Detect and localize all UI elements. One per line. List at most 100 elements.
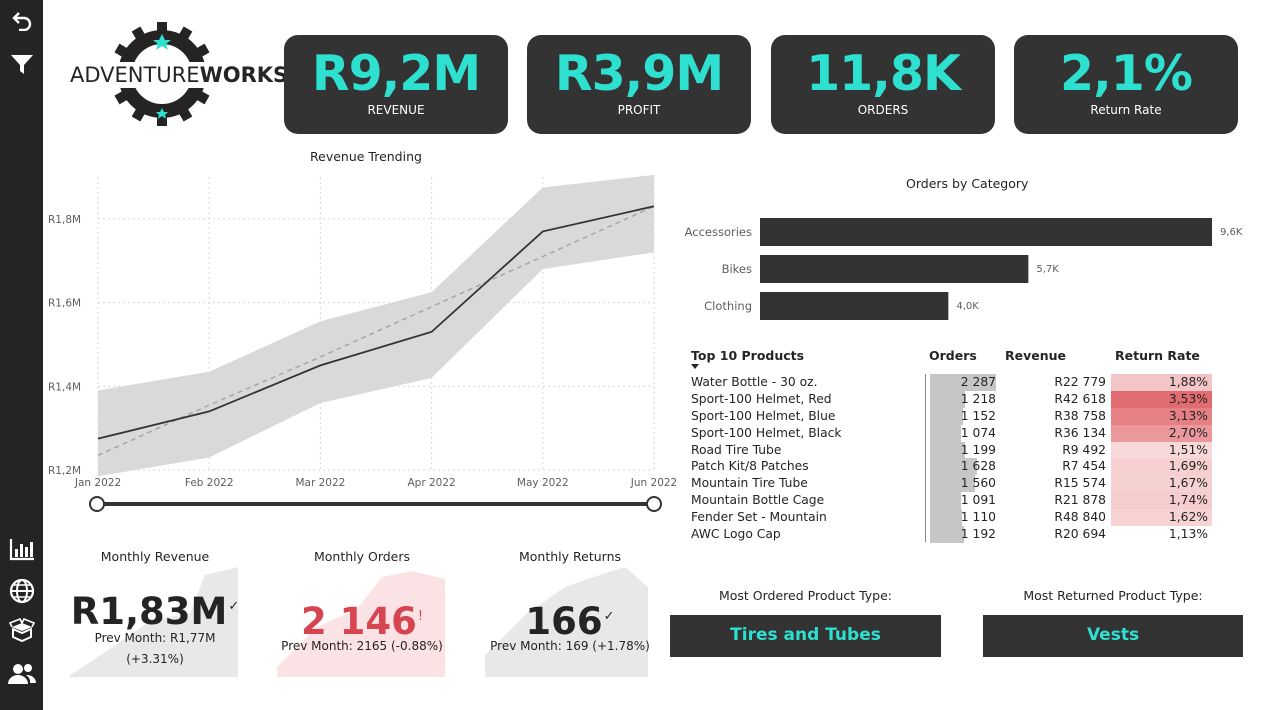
kpi-label: REVENUE [367,103,425,117]
slider-start-handle[interactable] [89,496,105,512]
table-row[interactable]: Water Bottle - 30 oz. 2 287 R22 779 1,88% [689,374,1213,391]
y-tick-label: R1,8M [48,214,81,226]
monthly-revenue-card: Monthly Revenue R1,83M✓ Prev Month: R1,7… [70,545,240,677]
revenue-value: R22 779 [1054,375,1106,389]
kpi-value: R9,2M [311,45,481,102]
kpi-card-orders: 11,8K ORDERS [771,35,995,134]
return-rate-value: 1,62% [1111,509,1212,527]
orders-value: 1 199 [960,442,996,457]
table-row[interactable]: Sport-100 Helmet, Red 1 218 R42 618 3,53% [689,390,1213,408]
most-returned-type-title: Most Returned Product Type: [1023,588,1203,603]
column-header-revenue[interactable]: Revenue [1005,348,1066,363]
orders-value: 1 110 [960,510,996,525]
revenue-trending-title: Revenue Trending [310,149,422,164]
monthly-returns-card: Monthly Returns 166✓ Prev Month: 169 (+1… [485,545,655,677]
column-header-product[interactable]: Top 10 Products [691,348,804,363]
bar-clothing[interactable] [760,292,949,320]
orders-by-category-title: Orders by Category [906,176,1029,191]
check-icon: ✓ [228,599,240,614]
box-icon[interactable] [6,614,37,645]
most-returned-type-card: Vests [983,615,1243,657]
most-ordered-type-title: Most Ordered Product Type: [718,588,893,603]
y-tick-label: R1,2M [48,465,81,477]
product-name: Fender Set - Mountain [691,510,827,525]
users-icon[interactable] [6,658,37,689]
return-rate-value: 1,74% [1111,492,1212,510]
table-row[interactable]: Sport-100 Helmet, Blue 1 152 R38 758 3,13% [689,407,1213,425]
kpi-value: 11,8K [806,45,961,102]
orders-value: 1 218 [960,391,996,406]
revenue-value: R38 758 [1054,408,1106,423]
bar-category-label: Clothing [704,299,752,313]
table-row[interactable]: Mountain Tire Tube 1 560 R15 574 1,67% [689,475,1213,493]
monthly-orders-card: Monthly Orders 2 146! Prev Month: 2165 (… [277,545,447,677]
table-row[interactable]: Fender Set - Mountain 1 110 R48 840 1,62% [689,509,1213,527]
revenue-value: R20 694 [1054,527,1106,542]
check-icon: ✓ [603,609,615,624]
slider-end-handle[interactable] [646,496,662,512]
product-name: Mountain Bottle Cage [691,493,825,508]
navigation-rail [0,0,43,710]
monthly-orders-title: Monthly Orders [313,549,411,564]
return-rate-value: 1,13% [1168,527,1208,542]
return-rate-value: 1,67% [1111,475,1212,493]
revenue-value: R9 492 [1062,442,1106,457]
kpi-card-return-rate: 2,1% Return Rate [1014,35,1238,134]
filter-icon[interactable] [6,48,37,79]
return-rate-value: 1,69% [1111,458,1212,476]
bar-category-label: Accessories [685,225,752,239]
return-rate-value: 3,13% [1111,407,1212,425]
column-header-return-rate[interactable]: Return Rate [1115,348,1200,363]
bar-category-label: Bikes [722,262,752,276]
product-name: Mountain Tire Tube [691,476,808,491]
logo-wordmark: ADVENTUREWORKS [68,62,291,88]
monthly-returns-prev: Prev Month: 169 (+1.78%) [490,639,650,653]
x-tick-label: May 2022 [517,477,569,489]
product-name: AWC Logo Cap [691,527,781,542]
orders-value: 1 074 [960,425,996,440]
product-name: Sport-100 Helmet, Red [691,391,832,406]
table-row[interactable]: AWC Logo Cap 1 192 R20 694 1,13% [689,526,1213,543]
table-row[interactable]: Sport-100 Helmet, Black 1 074 R36 134 2,70% [689,424,1213,442]
kpi-card-profit: R3,9M PROFIT [527,35,751,134]
confidence-band [98,174,654,477]
monthly-returns-title: Monthly Returns [518,549,621,564]
globe-icon[interactable] [6,575,37,606]
alert-icon: ! [417,609,424,624]
report-chart-icon[interactable] [6,533,37,564]
x-tick-label: Jan 2022 [74,477,121,489]
monthly-revenue-prev: Prev Month: R1,77M [94,631,216,645]
bar-value-label: 5,7K [1036,264,1059,275]
orders-value: 1 628 [960,459,996,474]
table-row[interactable]: Patch Kit/8 Patches 1 628 R7 454 1,69% [689,458,1213,476]
orders-value: 1 192 [960,527,996,542]
product-name: Road Tire Tube [691,442,782,457]
monthly-revenue-delta: (+3.31%) [126,652,184,666]
kpi-label: PROFIT [617,103,661,117]
monthly-revenue-value: R1,83M✓ [70,590,240,633]
orders-value: 1 091 [960,493,996,508]
table-row[interactable]: Road Tire Tube 1 199 R9 492 1,51% [689,441,1213,459]
orders-value: 1 560 [960,476,996,491]
revenue-value: R21 878 [1054,493,1106,508]
revenue-value: R36 134 [1054,425,1106,440]
kpi-label: ORDERS [857,103,909,117]
bar-accessories[interactable] [760,218,1212,246]
table-row[interactable]: Mountain Bottle Cage 1 091 R21 878 1,74% [689,492,1213,510]
most-ordered-type-card: Tires and Tubes [670,615,941,657]
column-header-orders[interactable]: Orders [929,348,977,363]
revenue-value: R42 618 [1054,391,1106,406]
x-tick-label: Jun 2022 [630,477,677,489]
kpi-value: 2,1% [1060,45,1193,102]
sort-descending-icon[interactable] [691,364,699,369]
back-icon[interactable] [6,4,37,35]
bar-value-label: 4,0K [956,301,979,312]
return-rate-value: 1,88% [1111,374,1212,391]
bar-bikes[interactable] [760,255,1029,283]
orders-value: 2 287 [960,375,996,389]
revenue-trending-chart[interactable]: R1,2M R1,4M R1,6M R1,8M Jan 2022 Feb 2022 Mar … [44,165,684,525]
product-name: Sport-100 Helmet, Blue [691,408,836,423]
orders-by-category-chart[interactable]: Accessories 9,6K Bikes 5,7K Clothing 4,0K [676,200,1256,330]
table-body: Water Bottle - 30 oz. 2 287 R22 779 1,88% Sp… [689,374,1213,543]
orders-value: 1 152 [960,408,996,423]
